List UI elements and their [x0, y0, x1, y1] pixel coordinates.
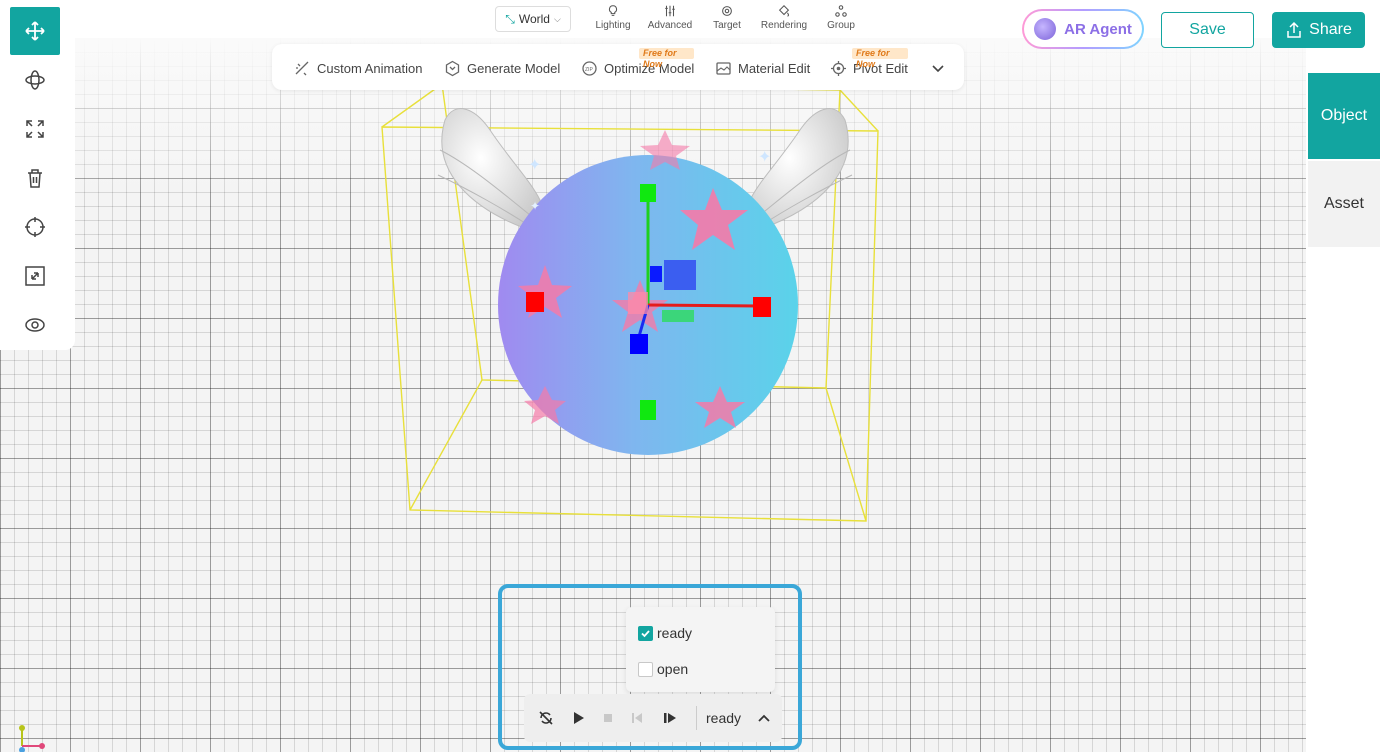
move-icon: [25, 21, 45, 41]
material-edit-icon: [716, 61, 731, 75]
custom-animation-label: Custom Animation: [317, 60, 423, 76]
delete-tool-button[interactable]: [10, 154, 60, 202]
sparkle-icon: ✦: [758, 149, 771, 166]
share-label: Share: [1309, 21, 1352, 38]
pivot-edit-button[interactable]: Pivot Edit Free for Now: [830, 48, 908, 78]
coordinate-space-select[interactable]: ⤡ World ⌵: [495, 6, 571, 32]
material-edit-button[interactable]: Material Edit: [715, 58, 810, 78]
share-button[interactable]: Share: [1272, 12, 1365, 48]
group-tool[interactable]: Group: [811, 4, 871, 34]
controls-divider: [696, 706, 697, 730]
chevron-down-icon: ⌵: [553, 13, 561, 24]
fit-view-icon: [25, 266, 45, 286]
generate-model-button[interactable]: Generate Model: [444, 58, 560, 78]
eye-icon: [25, 318, 45, 332]
play-icon: [574, 712, 584, 724]
animation-option-label: open: [657, 661, 689, 677]
generate-model-icon: [445, 60, 460, 76]
current-animation-label[interactable]: ready: [706, 710, 741, 726]
stop-icon: [604, 714, 612, 722]
checkbox-unchecked-icon[interactable]: [638, 661, 653, 677]
fit-view-tool-button[interactable]: [10, 252, 60, 300]
lighting-tool[interactable]: Lighting: [583, 4, 643, 34]
ar-agent-label: AR Agent: [1064, 20, 1132, 38]
focus-tool-button[interactable]: [10, 203, 60, 251]
rotate-tool-button[interactable]: [10, 56, 60, 104]
sliders-icon: [665, 5, 675, 17]
crosshair-icon: [25, 217, 45, 237]
target-label: Target: [713, 20, 741, 31]
move-tool-button[interactable]: [10, 7, 60, 55]
left-toolbar: [0, 0, 75, 350]
loop-off-button[interactable]: [536, 708, 556, 728]
custom-animation-icon: [295, 61, 309, 75]
next-frame-button[interactable]: [660, 708, 680, 728]
tab-object[interactable]: Object: [1308, 73, 1380, 159]
group-label: Group: [827, 20, 855, 31]
checkbox-checked-icon[interactable]: [638, 625, 653, 641]
trash-icon: [28, 169, 42, 188]
ar-agent-button[interactable]: AR Agent: [1022, 9, 1144, 49]
lighting-label: Lighting: [595, 20, 631, 31]
tab-asset[interactable]: Asset: [1308, 161, 1380, 247]
animation-option-label: ready: [657, 625, 693, 641]
scale-icon: [26, 120, 44, 138]
animation-option-ready[interactable]: ready: [638, 623, 692, 643]
play-button[interactable]: [568, 708, 588, 728]
custom-animation-button[interactable]: Custom Animation: [294, 58, 423, 78]
optimize-model-button[interactable]: ZIP Optimize Model Free for Now: [581, 48, 695, 78]
rendering-label: Rendering: [760, 20, 808, 31]
optimize-model-icon: ZIP: [582, 60, 597, 76]
more-features-chevron-icon[interactable]: [930, 60, 946, 76]
rotate-icon: [25, 70, 45, 90]
right-panel: Object Asset: [1306, 51, 1380, 752]
save-button[interactable]: Save: [1161, 12, 1254, 48]
animation-clip-dropdown: ready open: [626, 607, 775, 692]
sparkle-icon: ✦: [530, 199, 540, 213]
advanced-tool[interactable]: Advanced: [640, 4, 700, 34]
svg-text:ZIP: ZIP: [585, 67, 593, 73]
bulb-icon: [608, 5, 618, 16]
feature-toolbar: Custom Animation Generate Model ZIP Opti…: [272, 44, 964, 90]
axis-orientation-gizmo: [19, 725, 45, 752]
advanced-label: Advanced: [647, 20, 693, 31]
generate-model-label: Generate Model: [467, 60, 561, 76]
chevron-up-icon[interactable]: [756, 710, 772, 726]
previous-frame-button[interactable]: [628, 708, 648, 728]
group-icon: [835, 5, 847, 17]
pivot-edit-icon: [831, 60, 846, 76]
stop-button[interactable]: [598, 708, 618, 728]
scale-tool-button[interactable]: [10, 105, 60, 153]
animation-option-open[interactable]: open: [638, 659, 688, 679]
material-edit-label: Material Edit: [738, 60, 811, 76]
step-forward-icon: [664, 713, 676, 723]
ar-agent-orb-icon: [1034, 18, 1057, 40]
world-axis-icon: ⤡: [505, 11, 515, 26]
share-icon: [1287, 21, 1301, 38]
free-badge: Free for Now: [852, 48, 908, 69]
paint-bucket-icon: [778, 5, 790, 17]
target-icon: [722, 6, 732, 16]
rendering-tool[interactable]: Rendering: [754, 4, 814, 34]
sparkle-icon: ✦: [528, 157, 541, 174]
visibility-tool-button[interactable]: [10, 301, 60, 349]
target-tool[interactable]: Target: [697, 4, 757, 34]
free-badge: Free for Now: [639, 48, 695, 69]
animation-controls: ready: [524, 694, 782, 742]
step-back-icon: [632, 713, 642, 723]
space-select-label: World: [518, 12, 550, 26]
loop-off-icon: [539, 711, 553, 725]
left-wing: [437, 108, 541, 233]
